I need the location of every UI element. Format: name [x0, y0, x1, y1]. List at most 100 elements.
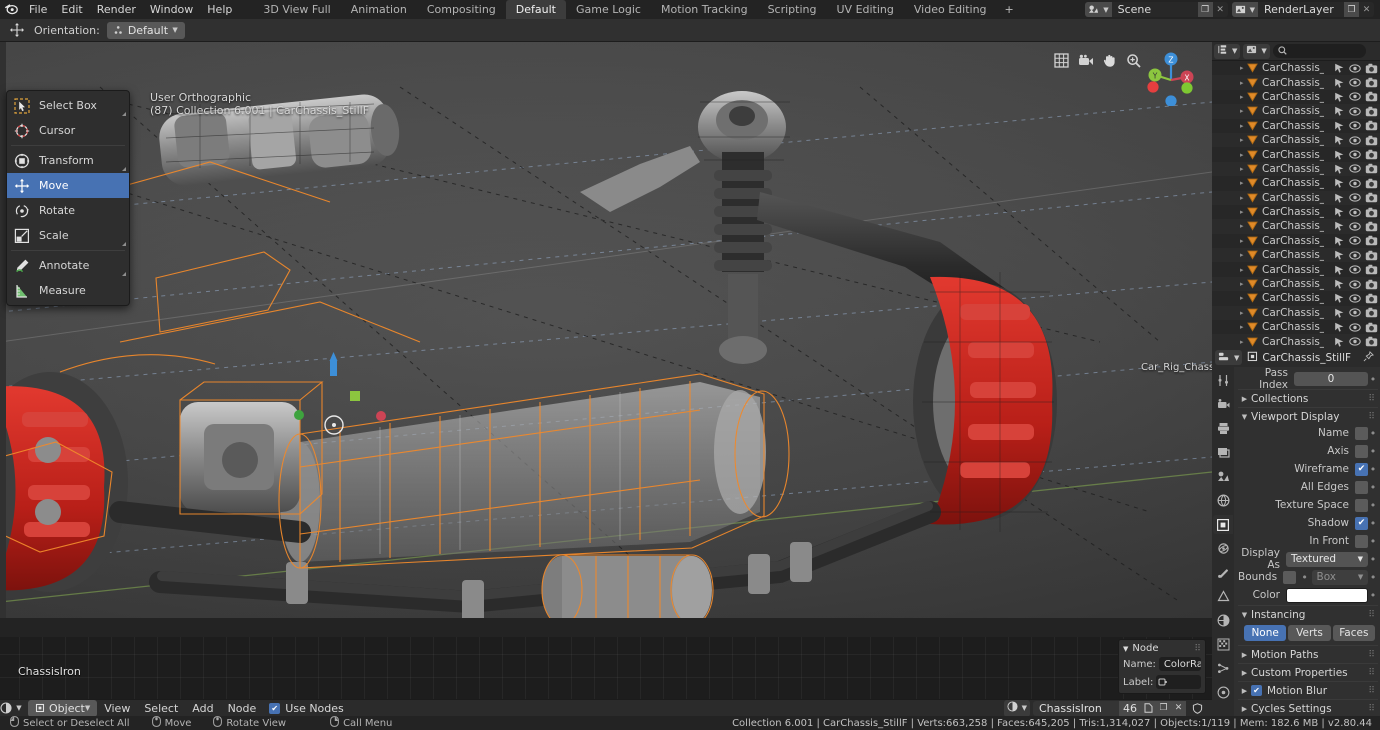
workspace-tab-video-editing[interactable]: Video Editing — [904, 0, 997, 19]
properties-tab-render[interactable] — [1213, 395, 1233, 414]
orientation-dropdown[interactable]: Default ▼ — [106, 21, 185, 39]
camera-render-icon[interactable] — [1364, 235, 1378, 247]
eye-icon[interactable] — [1348, 278, 1362, 290]
workspace-tab-scripting[interactable]: Scripting — [758, 0, 827, 19]
expand-arrow-icon[interactable]: ▸ — [1240, 93, 1244, 101]
outliner-row[interactable]: ▸ CarChassis_Arm — [1212, 176, 1380, 191]
outliner-row-toggles[interactable] — [1332, 120, 1378, 132]
node-label-field[interactable] — [1156, 675, 1201, 689]
camera-render-icon[interactable] — [1364, 105, 1378, 117]
instancing-option-verts[interactable]: Verts — [1288, 625, 1331, 641]
properties-tab-particles[interactable] — [1213, 659, 1233, 678]
outliner-row-toggles[interactable] — [1332, 91, 1378, 103]
outliner-row-toggles[interactable] — [1332, 292, 1378, 304]
node-menu-node[interactable]: Node — [221, 700, 264, 717]
properties-editor[interactable]: ▼ CarChassis_StillF Pass Index 0 • ▶ Col… — [1212, 348, 1380, 722]
select-arrow-icon[interactable] — [1332, 278, 1346, 290]
workspace-tab-animation[interactable]: Animation — [341, 0, 417, 19]
display-all-edges-checkbox[interactable]: ✔ — [1355, 480, 1368, 494]
outliner-display-mode-dropdown[interactable]: ▼ — [1214, 43, 1241, 59]
display-as-row[interactable]: Display As Textured ▼ • — [1238, 547, 1378, 571]
expand-arrow-icon[interactable]: ▸ — [1240, 165, 1244, 173]
select-arrow-icon[interactable] — [1332, 120, 1346, 132]
instancing-option-faces[interactable]: Faces — [1332, 625, 1375, 641]
outliner-row-toggles[interactable] — [1332, 264, 1378, 276]
eye-icon[interactable] — [1348, 206, 1362, 218]
pass-index-value[interactable]: 0 — [1294, 372, 1368, 386]
select-arrow-icon[interactable] — [1332, 249, 1346, 261]
select-arrow-icon[interactable] — [1332, 307, 1346, 319]
menu-window[interactable]: Window — [143, 0, 200, 19]
properties-tab-modifiers[interactable] — [1213, 539, 1233, 558]
display-as-dropdown[interactable]: Textured ▼ — [1286, 551, 1368, 567]
outliner-row[interactable]: ▸ CarChassis_Bra — [1212, 276, 1380, 292]
viewport-display-wireframe-row[interactable]: Wireframe ✔ • — [1238, 461, 1378, 477]
properties-tab-output[interactable] — [1213, 419, 1233, 438]
panel-custom-properties[interactable]: ▶ Custom Properties ⠿ — [1238, 663, 1378, 681]
tool-scale[interactable]: Scale — [7, 223, 129, 248]
outliner-row[interactable]: ▸ CarChassis_Arm — [1212, 161, 1380, 177]
properties-tab-object[interactable] — [1213, 515, 1233, 534]
outliner-row[interactable]: ▸ CarChassis_Bra — [1212, 262, 1380, 277]
expand-arrow-icon[interactable]: ▸ — [1240, 208, 1244, 216]
camera-render-icon[interactable] — [1364, 278, 1378, 290]
display-name-checkbox[interactable]: ✔ — [1355, 426, 1368, 440]
animate-dot-icon[interactable]: • — [1368, 517, 1378, 530]
camera-icon[interactable] — [1077, 52, 1094, 69]
pin-icon[interactable] — [1363, 350, 1377, 365]
expand-arrow-icon[interactable]: ▸ — [1240, 194, 1244, 202]
expand-arrow-icon[interactable]: ▸ — [1240, 266, 1244, 274]
expand-arrow-icon[interactable]: ▸ — [1240, 251, 1244, 259]
motion-blur-checkbox[interactable]: ✔ — [1251, 685, 1262, 696]
toolbar-tool-popup[interactable]: Select Box Cursor Transform Move Rotate … — [6, 90, 130, 306]
camera-render-icon[interactable] — [1364, 292, 1378, 304]
node-panel-header[interactable]: ▼ Node ⠿ — [1119, 642, 1205, 655]
select-arrow-icon[interactable] — [1332, 321, 1346, 333]
animate-dot-icon[interactable]: • — [1368, 553, 1378, 566]
camera-render-icon[interactable] — [1364, 307, 1378, 319]
expand-arrow-icon[interactable]: ▸ — [1240, 179, 1244, 187]
properties-tab-tool[interactable] — [1213, 371, 1233, 390]
node-menu-add[interactable]: Add — [185, 700, 220, 717]
outliner-row-toggles[interactable] — [1332, 220, 1378, 232]
node-name-row[interactable]: Name: ColorRa.. — [1119, 655, 1205, 673]
outliner-row-toggles[interactable] — [1332, 235, 1378, 247]
workspace-tab-motion-tracking[interactable]: Motion Tracking — [651, 0, 758, 19]
outliner-row-toggles[interactable] — [1332, 134, 1378, 146]
outliner-row-toggles[interactable] — [1332, 149, 1378, 161]
eye-icon[interactable] — [1348, 192, 1362, 204]
properties-tab-texture[interactable] — [1213, 683, 1233, 702]
expand-arrow-icon[interactable]: ▸ — [1240, 122, 1244, 130]
outliner-row[interactable]: ▸ CarChassis_Arm — [1212, 118, 1380, 133]
eye-icon[interactable] — [1348, 336, 1362, 348]
camera-render-icon[interactable] — [1364, 77, 1378, 89]
tool-annotate[interactable]: Annotate — [7, 253, 129, 278]
bounds-row[interactable]: Bounds ✔ • Box ▼ • — [1238, 569, 1378, 585]
outliner-row[interactable]: ▸ CarChassis_Bra — [1212, 248, 1380, 263]
animate-dot-icon[interactable]: • — [1368, 481, 1378, 494]
properties-tab-physics[interactable] — [1213, 563, 1233, 582]
properties-tab-scene[interactable] — [1213, 467, 1233, 486]
grid-icon[interactable] — [1053, 52, 1070, 69]
animate-dot-icon[interactable]: • — [1368, 499, 1378, 512]
properties-editor-type-dropdown[interactable]: ▼ — [1215, 350, 1243, 365]
panel-collections[interactable]: ▶ Collections ⠿ — [1238, 389, 1378, 407]
hand-icon[interactable] — [1101, 52, 1118, 69]
animate-dot-icon[interactable]: • — [1368, 571, 1378, 584]
expand-arrow-icon[interactable]: ▸ — [1240, 136, 1244, 144]
tool-rotate[interactable]: Rotate — [7, 198, 129, 223]
node-label-row[interactable]: Label: — [1119, 673, 1205, 691]
outliner-row[interactable]: ▸ CarChassis_Bra — [1212, 291, 1380, 306]
camera-render-icon[interactable] — [1364, 264, 1378, 276]
camera-render-icon[interactable] — [1364, 321, 1378, 333]
outliner-row[interactable]: ▸ CarChassis_Arm — [1212, 75, 1380, 90]
select-arrow-icon[interactable] — [1332, 177, 1346, 189]
node-name-field[interactable]: ColorRa.. — [1158, 657, 1201, 671]
properties-tab-data[interactable] — [1213, 611, 1233, 630]
eye-icon[interactable] — [1348, 220, 1362, 232]
camera-render-icon[interactable] — [1364, 149, 1378, 161]
shader-type-dropdown[interactable]: Object ▼ — [28, 699, 98, 717]
select-arrow-icon[interactable] — [1332, 206, 1346, 218]
object-color-swatch[interactable] — [1286, 587, 1368, 603]
blender-logo-icon[interactable] — [0, 2, 22, 18]
